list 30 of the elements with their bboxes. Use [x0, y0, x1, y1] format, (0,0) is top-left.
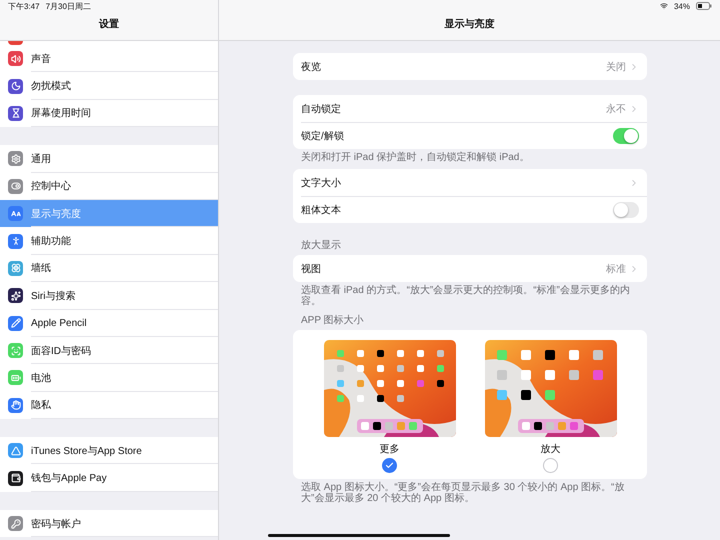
home-screen-drawing[interactable]: [324, 340, 456, 437]
row-label: 夜览: [301, 60, 322, 74]
checkmark-icon: [385, 461, 394, 470]
row-value: 永不: [606, 102, 626, 116]
row-value: 关闭: [606, 60, 626, 74]
battery-percent: 34%: [674, 2, 690, 10]
toggle-switch[interactable]: [613, 128, 639, 144]
radio-button[interactable]: [382, 458, 397, 473]
row-value: 标准: [606, 262, 626, 276]
radio-button[interactable]: [543, 458, 558, 473]
section-header: 放大显示: [300, 238, 342, 253]
option-label: 放大: [540, 442, 560, 456]
row-label: 自动锁定: [301, 102, 342, 116]
wifi-icon: [660, 2, 668, 10]
page-title: 显示与亮度: [444, 17, 494, 31]
status-date: 7月30日周二: [46, 0, 91, 12]
sidebar-title: 设置: [99, 18, 119, 31]
home-screen-drawing[interactable]: [484, 340, 616, 437]
row-label: 视图: [301, 262, 322, 276]
row-label: 锁定/解锁: [301, 130, 345, 142]
status-time: 下午3:47: [8, 0, 40, 12]
section-footer: 选取查看 iPad 的方式。“放大”会显示更大的控制项。“标准”会显示更多的内容。: [293, 282, 647, 307]
row-label: 文字大小: [301, 176, 342, 190]
battery-icon: [696, 2, 712, 10]
section-footer: 选取 App 图标大小。“更多”会在每页显示最多 30 个较小的 App 图标。“放大”会显示最多 20 个较大的 App 图标。: [293, 479, 647, 504]
section-footer: 关闭和打开 iPad 保护盖时，自动锁定和解锁 iPad。: [293, 149, 647, 163]
toggle-switch[interactable]: [613, 202, 639, 218]
row-label: 粗体文本: [301, 204, 342, 216]
section-header: APP 图标大小: [300, 314, 365, 328]
option-label: 更多: [380, 443, 400, 456]
